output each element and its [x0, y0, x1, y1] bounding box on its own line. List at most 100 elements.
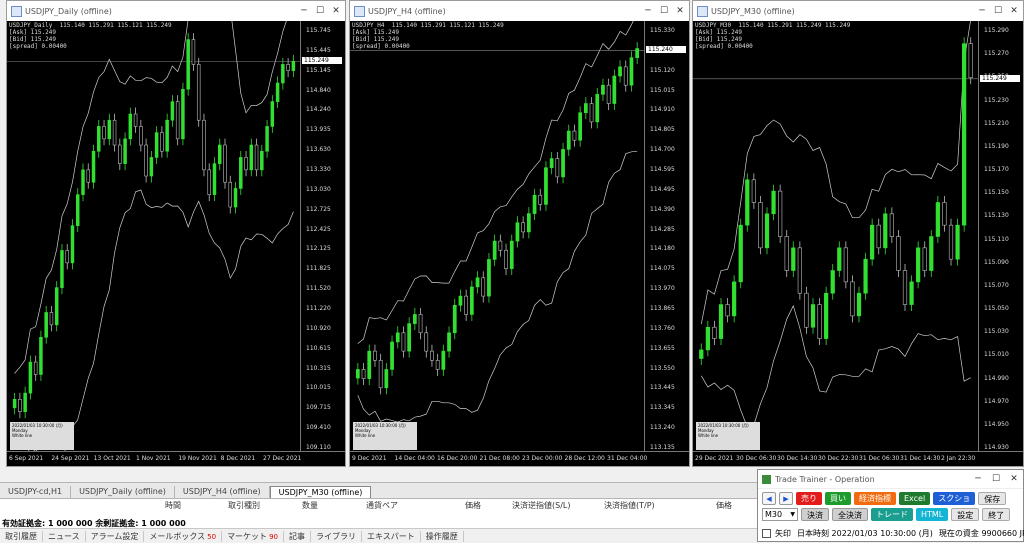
upper-band-line	[357, 21, 634, 344]
column-symbol[interactable]: 通貨ペア	[366, 500, 398, 511]
price-tick-label: 113.970	[650, 285, 675, 293]
maximize-button[interactable]: ☐	[987, 474, 1005, 484]
exit-button[interactable]: 終了	[982, 508, 1011, 521]
arrow-label: 矢印	[775, 529, 791, 538]
price-axis[interactable]: 115.330115.225115.120115.015114.910114.8…	[644, 21, 689, 452]
column-time[interactable]: 時間	[165, 500, 181, 511]
terminal-tab-4[interactable]: マーケット 90	[222, 530, 284, 542]
close-button[interactable]: ✕	[1005, 474, 1023, 484]
chart-titlebar[interactable]: USDJPY_M30 (offline) ─ ☐ ✕	[693, 1, 1023, 21]
step-forward-button[interactable]: ▶	[779, 492, 793, 505]
trade-trainer-window[interactable]: Trade Trainer - Operation ─ ☐ ✕ ◀ ▶ 売り 買い …	[757, 469, 1024, 542]
arrow-checkbox[interactable]	[762, 529, 771, 538]
close-button[interactable]: ✕	[1007, 4, 1021, 18]
settle-all-button[interactable]: 全決済	[832, 508, 868, 521]
terminal-tab-0[interactable]: 取引履歴	[0, 530, 43, 542]
price-tick-label: 114.700	[650, 146, 675, 154]
terminal-tab-6[interactable]: ライブラリ	[311, 530, 362, 542]
trade-button[interactable]: トレード	[871, 508, 913, 521]
price-tick-label: 112.425	[306, 225, 331, 233]
candle-body	[464, 295, 469, 315]
price-tick-label: 114.805	[650, 126, 675, 134]
candle-body	[112, 119, 117, 146]
candle-body	[758, 202, 763, 249]
candle-body	[922, 247, 927, 271]
candle-body	[856, 292, 862, 317]
economic-indicator-button[interactable]: 経済指標	[854, 492, 896, 505]
terminal-tab-5[interactable]: 記事	[284, 530, 311, 542]
candlestick-plot	[350, 21, 645, 423]
candle-body	[618, 66, 622, 77]
minimize-button[interactable]: ─	[641, 4, 655, 18]
terminal-tab-2[interactable]: アラーム設定	[86, 530, 145, 542]
terminal-tab-1[interactable]: ニュース	[43, 530, 86, 542]
chart-window-daily[interactable]: USDJPY_Daily (offline) ─ ☐ ✕ USDJPY_Daily …	[6, 0, 346, 467]
chart-window-icon	[697, 5, 708, 17]
candle-body	[28, 361, 33, 394]
candle-body	[418, 314, 423, 334]
chart-canvas[interactable]: USDJPY_Daily 115.140 115.291 115.121 115…	[7, 21, 345, 466]
price-tick-label: 109.110	[306, 444, 331, 451]
current-time: 日本時刻 2022/01/03 10:30:00 (月)	[797, 529, 933, 538]
chart-titlebar[interactable]: USDJPY_H4 (offline) ─ ☐ ✕	[350, 1, 689, 21]
excel-button[interactable]: Excel	[899, 492, 931, 505]
chevron-down-icon: ▼	[790, 511, 795, 518]
chart-canvas[interactable]: USDJPY_M30 115.140 115.291 115.249 115.2…	[693, 21, 1023, 466]
candle-body	[487, 259, 491, 297]
save-button[interactable]: 保存	[978, 492, 1007, 505]
time-axis[interactable]: 29 Dec 2021 30 Dec 06:30 30 Dec 14:30 30 De…	[693, 451, 1023, 466]
chart-canvas[interactable]: USDJPY_H4 115.140 115.291 115.121 115.24…	[350, 21, 689, 466]
candle-body	[909, 281, 914, 305]
trainer-titlebar[interactable]: Trade Trainer - Operation ─ ☐ ✕	[758, 470, 1023, 489]
column-price-current[interactable]: 価格	[716, 500, 732, 511]
candle-body	[837, 247, 842, 271]
terminal-tab-7[interactable]: エキスパート	[362, 530, 421, 542]
price-axis[interactable]: 115.290115.270115.250115.230115.210115.1…	[978, 21, 1023, 452]
candle-body	[797, 247, 802, 294]
column-stop-loss[interactable]: 決済逆指値(S/L)	[512, 500, 570, 511]
column-price[interactable]: 価格	[465, 500, 481, 511]
step-back-button[interactable]: ◀	[762, 492, 776, 505]
time-axis[interactable]: 9 Dec 2021 14 Dec 04:00 16 Dec 20:00 21 Dec…	[350, 451, 689, 466]
settle-button[interactable]: 決済	[801, 508, 829, 521]
terminal-tab-3[interactable]: メールボックス 50	[144, 530, 223, 542]
buy-button[interactable]: 買い	[825, 492, 851, 505]
terminal-tab-8[interactable]: 操作履歴	[421, 530, 464, 542]
candle-body	[175, 101, 180, 140]
minimize-button[interactable]: ─	[975, 4, 989, 18]
chart-window-h4[interactable]: USDJPY_H4 (offline) ─ ☐ ✕ USDJPY_H4 115.14…	[349, 0, 690, 467]
close-button[interactable]: ✕	[329, 4, 343, 18]
html-button[interactable]: HTML	[916, 508, 949, 521]
candle-body	[435, 359, 440, 370]
candle-body	[430, 350, 434, 361]
minimize-button[interactable]: ─	[969, 474, 987, 484]
candle-body	[526, 213, 531, 233]
column-order-type[interactable]: 取引種別	[228, 500, 260, 511]
maximize-button[interactable]: ☐	[313, 4, 327, 18]
settings-button[interactable]: 設定	[951, 508, 980, 521]
sell-button[interactable]: 売り	[796, 492, 822, 505]
price-tick-label: 113.935	[306, 126, 331, 134]
timeframe-select[interactable]: M30 ▼	[762, 508, 798, 521]
minimize-button[interactable]: ─	[297, 4, 311, 18]
column-take-profit[interactable]: 決済指値(T/P)	[604, 500, 655, 511]
terminal-column-header: 時間 取引種別 数量 通貨ペア 価格 決済逆指値(S/L) 決済指値(T/P) …	[0, 500, 760, 512]
time-tick-label: 23 Dec 00:00	[522, 455, 563, 462]
chart-window-m30[interactable]: USDJPY_M30 (offline) ─ ☐ ✕ USDJPY_M30 115.…	[692, 0, 1024, 467]
candle-body	[128, 113, 133, 140]
time-tick-label: 30 Dec 06:30	[736, 455, 777, 462]
price-axis[interactable]: 115.745 115.445 115.145 114.840 114.240 113.9…	[300, 21, 345, 452]
candle-body	[91, 150, 96, 183]
maximize-button[interactable]: ☐	[657, 4, 671, 18]
maximize-button[interactable]: ☐	[991, 4, 1005, 18]
candle-body	[160, 132, 164, 152]
candle-body	[481, 277, 486, 297]
screenshot-button[interactable]: スクショ	[933, 492, 976, 505]
chart-titlebar[interactable]: USDJPY_Daily (offline) ─ ☐ ✕	[7, 1, 345, 21]
column-volume[interactable]: 数量	[302, 500, 318, 511]
time-axis[interactable]: 6 Sep 2021 24 Sep 2021 13 Oct 2021 1 Nov 20…	[7, 451, 345, 466]
candle-body	[589, 103, 594, 123]
candle-body	[452, 304, 457, 334]
candle-body	[771, 190, 776, 215]
close-button[interactable]: ✕	[673, 4, 687, 18]
